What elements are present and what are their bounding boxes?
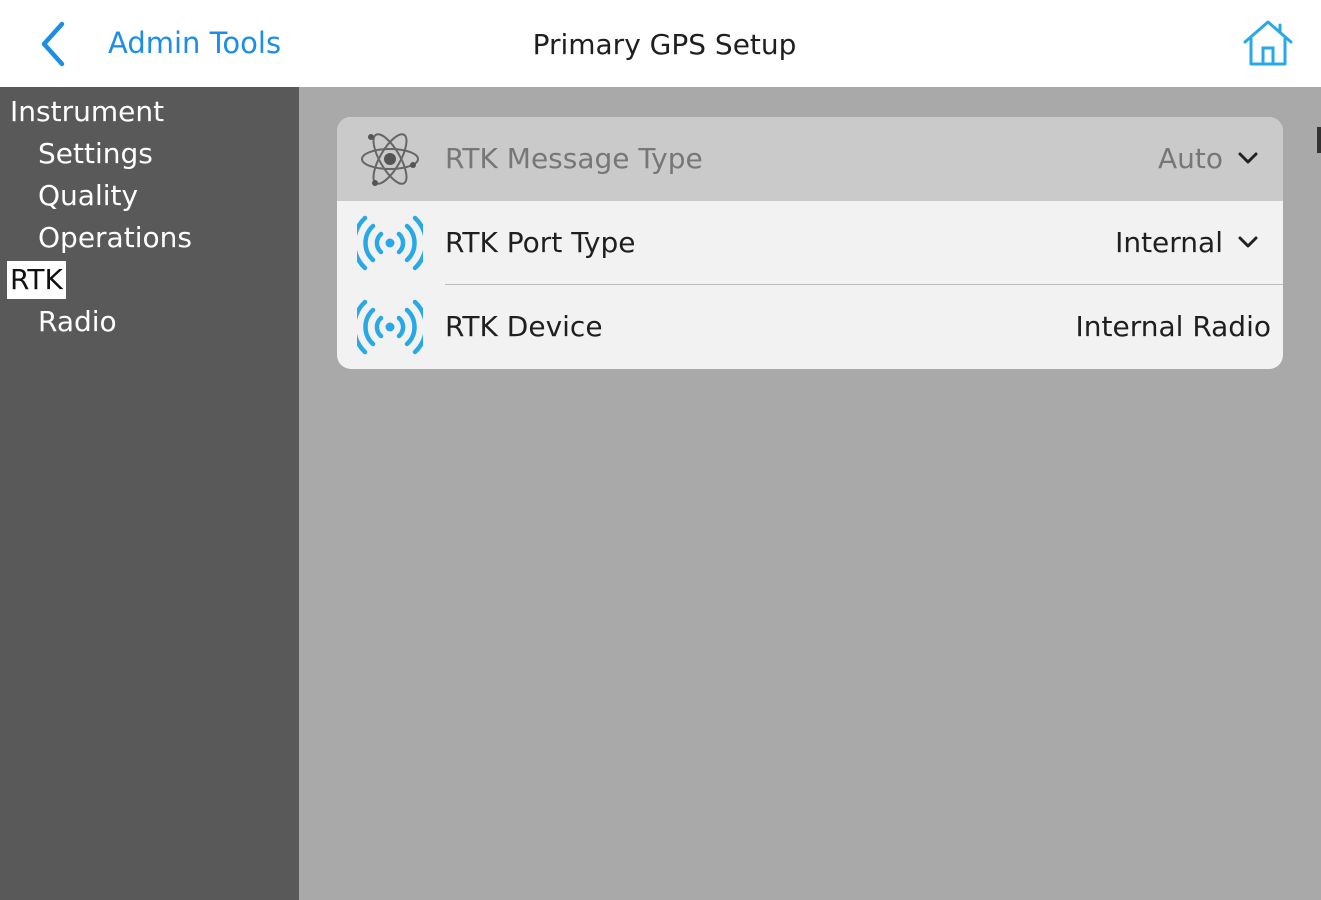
sidebar-item-operations[interactable]: Operations: [38, 219, 192, 257]
radio-signal-icon: [357, 211, 423, 275]
rtk-port-type-row[interactable]: RTK Port Type Internal: [337, 201, 1283, 285]
chevron-down-icon: [1237, 150, 1259, 166]
home-button[interactable]: [1242, 18, 1294, 68]
rtk-port-type-value[interactable]: Internal: [1115, 223, 1223, 263]
header-bar: Admin Tools Primary GPS Setup: [0, 0, 1321, 87]
rtk-device-row[interactable]: RTK Device Internal Radio: [337, 285, 1283, 369]
sidebar-item-rtk[interactable]: RTK: [7, 261, 66, 299]
sidebar-item-quality[interactable]: Quality: [38, 177, 138, 215]
sidebar-item-settings[interactable]: Settings: [38, 135, 153, 173]
chevron-down-icon[interactable]: [1237, 234, 1259, 250]
rtk-port-type-label: RTK Port Type: [445, 226, 636, 259]
rtk-message-type-label: RTK Message Type: [445, 142, 703, 175]
sidebar-item-instrument[interactable]: Instrument: [10, 93, 164, 131]
sidebar-item-radio[interactable]: Radio: [38, 303, 117, 341]
sidebar-nav: Instrument Settings Quality Operations R…: [0, 87, 299, 900]
atom-icon: [357, 127, 423, 191]
settings-panel: RTK Message Type Auto RTK Port Type Inte…: [299, 87, 1321, 900]
rtk-device-label: RTK Device: [445, 310, 603, 343]
rtk-message-type-value: Auto: [1157, 142, 1223, 175]
radio-signal-icon: [357, 295, 423, 359]
settings-card: RTK Message Type Auto RTK Port Type Inte…: [337, 117, 1283, 369]
rtk-message-type-row: RTK Message Type Auto: [337, 117, 1283, 201]
window-edge-grip: [1317, 127, 1321, 153]
home-icon[interactable]: [1242, 18, 1294, 68]
rtk-device-value[interactable]: Internal Radio: [1076, 307, 1272, 347]
page-title: Primary GPS Setup: [532, 28, 797, 61]
